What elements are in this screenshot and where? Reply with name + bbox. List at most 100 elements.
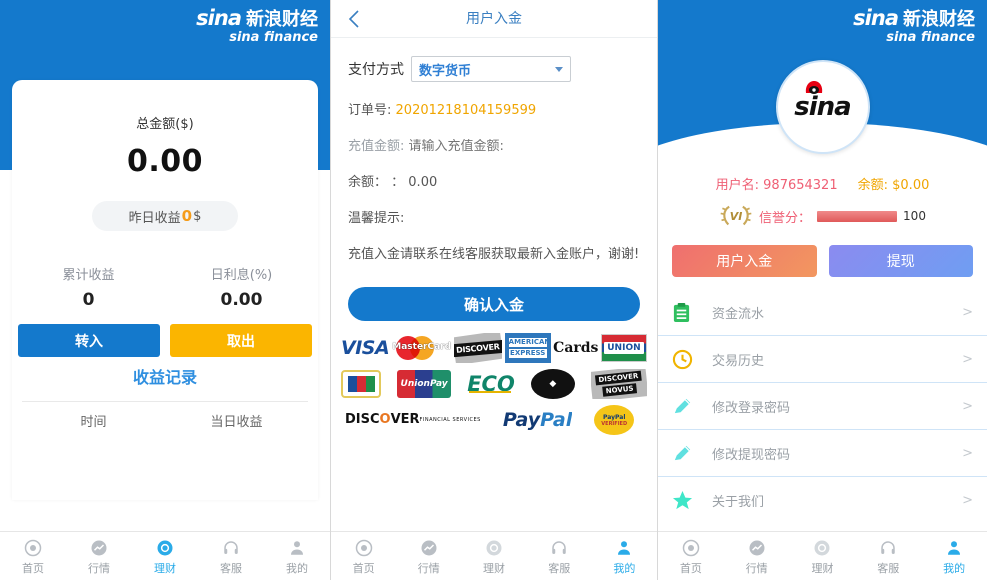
sina-avatar-wordmark: sina <box>794 92 851 122</box>
table-body-empty <box>22 430 308 526</box>
tab-market[interactable]: 行情 <box>724 538 790 574</box>
stat-daily-interest: 日利息(%) 0.00 <box>165 264 318 310</box>
tab-market[interactable]: 行情 <box>66 538 132 574</box>
paypal-icon: Pay Pal <box>502 409 573 431</box>
tab-wealth[interactable]: 理财 <box>461 538 526 574</box>
tab-profile[interactable]: 我的 <box>264 538 330 574</box>
three-phone-screens: sina 新浪财经 sina finance 总金额($) 0.00 昨日收益 … <box>0 0 987 580</box>
chevron-right-icon: > <box>962 351 973 367</box>
credit-score-value: 100 <box>903 209 926 223</box>
chevron-right-icon: > <box>962 493 973 508</box>
card-logo-row: UnionPay ECO ◆ DISCOVER NOVUS <box>341 369 647 399</box>
yield-record-link[interactable]: 收益记录 <box>12 364 318 388</box>
menu-item-change-login-password[interactable]: 修改登录密码 > <box>658 383 987 430</box>
user-deposit-button[interactable]: 用户入金 <box>672 245 817 277</box>
tab-label: 行情 <box>745 562 768 575</box>
sina-wordmark: sina <box>196 6 242 30</box>
total-amount-value: 0.00 <box>126 144 204 179</box>
yesterday-yield-label: 昨日收益 <box>128 210 181 226</box>
take-out-button[interactable]: 取出 <box>170 324 312 357</box>
username-value: 987654321 <box>763 178 838 193</box>
vip-level-badge: VI <box>719 203 753 229</box>
card-logo-row: VISA MasterCard DISCOVER AMERICAN EXPRESS… <box>341 333 647 363</box>
tip-title: 温馨提示: <box>348 211 405 226</box>
tab-wealth[interactable]: 理财 <box>790 538 856 574</box>
menu-item-fund-flow[interactable]: 资金流水 > <box>658 289 987 336</box>
home-icon <box>0 538 66 558</box>
tab-label: 行情 <box>417 562 440 575</box>
sina-wordmark: sina <box>853 6 899 30</box>
withdraw-button[interactable]: 提现 <box>828 245 973 277</box>
menu-item-transaction-history[interactable]: 交易历史 > <box>658 336 987 383</box>
chevron-right-icon: > <box>962 304 973 320</box>
tab-label: 客服 <box>220 562 242 575</box>
balance-label: 余额: <box>857 178 888 193</box>
discover-icon: DISCOVER <box>454 333 503 363</box>
sina-chinese-name: 新浪财经 <box>246 9 318 30</box>
tab-home[interactable]: 首页 <box>658 538 724 574</box>
bottom-tabbar: 首页 行情 理财 客服 我的 <box>0 531 330 580</box>
order-number-label: 订单号: <box>348 103 392 118</box>
credit-score-label: 信誉分： <box>759 210 812 226</box>
panel-user-deposit: 用户入金 支付方式 数字货币 订单号: 20201218104159599 充值… <box>331 0 658 580</box>
stat-cumulative-yield: 累计收益 0 <box>12 264 165 310</box>
clock-icon <box>672 349 702 370</box>
balance-value: ： 0.00 <box>391 175 438 190</box>
transfer-in-button[interactable]: 转入 <box>18 324 160 357</box>
market-icon <box>396 538 461 558</box>
home-icon <box>331 538 396 558</box>
total-amount-label: 总金额($) <box>136 117 194 132</box>
chevron-right-icon: > <box>962 445 973 461</box>
tab-label: 首页 <box>679 562 702 575</box>
payment-method-select[interactable]: 数字货币 <box>411 56 571 82</box>
tab-support[interactable]: 客服 <box>855 538 921 574</box>
sina-avatar-icon: sina <box>794 81 852 122</box>
column-header-time: 时间 <box>80 415 107 430</box>
menu-item-about-us[interactable]: 关于我们 > <box>658 477 987 524</box>
market-icon <box>66 538 132 558</box>
discover-novus-icon: DISCOVER NOVUS <box>590 369 647 399</box>
recharge-amount-input[interactable] <box>408 139 569 154</box>
stat-value: 0 <box>82 290 95 310</box>
unionpay-icon: UnionPay <box>397 369 452 399</box>
recharge-amount-label: 充值金额: <box>348 139 405 154</box>
tab-home[interactable]: 首页 <box>331 538 396 574</box>
back-chevron-icon[interactable] <box>343 8 365 30</box>
menu-item-label: 关于我们 <box>712 495 765 510</box>
tab-support[interactable]: 客服 <box>527 538 592 574</box>
tab-profile[interactable]: 我的 <box>592 538 657 574</box>
maestro-icon: ◆ <box>530 369 575 399</box>
support-icon <box>198 538 264 558</box>
tip-text: 充值入金请联系在线客服获取最新入金账户，谢谢! <box>348 247 640 262</box>
confirm-deposit-button[interactable]: 确认入金 <box>348 287 640 321</box>
tab-label: 我的 <box>613 562 636 575</box>
yesterday-yield-value: 0 <box>181 207 193 225</box>
tab-label: 客服 <box>548 562 571 575</box>
profile-icon <box>921 538 987 558</box>
username-block: 用户名: 987654321 <box>716 174 838 193</box>
eco-icon: ECO <box>467 369 515 399</box>
balance-label: 余额： <box>348 175 388 190</box>
chevron-right-icon: > <box>962 398 973 414</box>
order-number-row: 订单号: 20201218104159599 <box>348 99 640 118</box>
payment-method-label: 支付方式 <box>348 62 404 78</box>
tab-label: 首页 <box>352 562 375 575</box>
tab-support[interactable]: 客服 <box>198 538 264 574</box>
avatar[interactable]: sina <box>775 60 870 154</box>
tab-home[interactable]: 首页 <box>0 538 66 574</box>
wealth-stats: 累计收益 0 日利息(%) 0.00 <box>12 264 318 310</box>
payment-method-value: 数字货币 <box>419 63 472 79</box>
wealth-icon <box>461 538 526 558</box>
jcb-icon <box>341 369 381 399</box>
stat-value: 0.00 <box>220 290 263 310</box>
tab-profile[interactable]: 我的 <box>921 538 987 574</box>
bottom-tabbar: 首页 行情 理财 客服 我的 <box>331 531 657 580</box>
menu-item-change-withdraw-password[interactable]: 修改提现密码 > <box>658 430 987 477</box>
tab-label: 我的 <box>286 562 308 575</box>
menu-item-label: 修改登录密码 <box>712 400 791 416</box>
balance-value: $0.00 <box>892 178 930 193</box>
tab-wealth[interactable]: 理财 <box>132 538 198 574</box>
visa-icon: VISA <box>341 337 390 359</box>
profile-icon <box>264 538 330 558</box>
tab-market[interactable]: 行情 <box>396 538 461 574</box>
